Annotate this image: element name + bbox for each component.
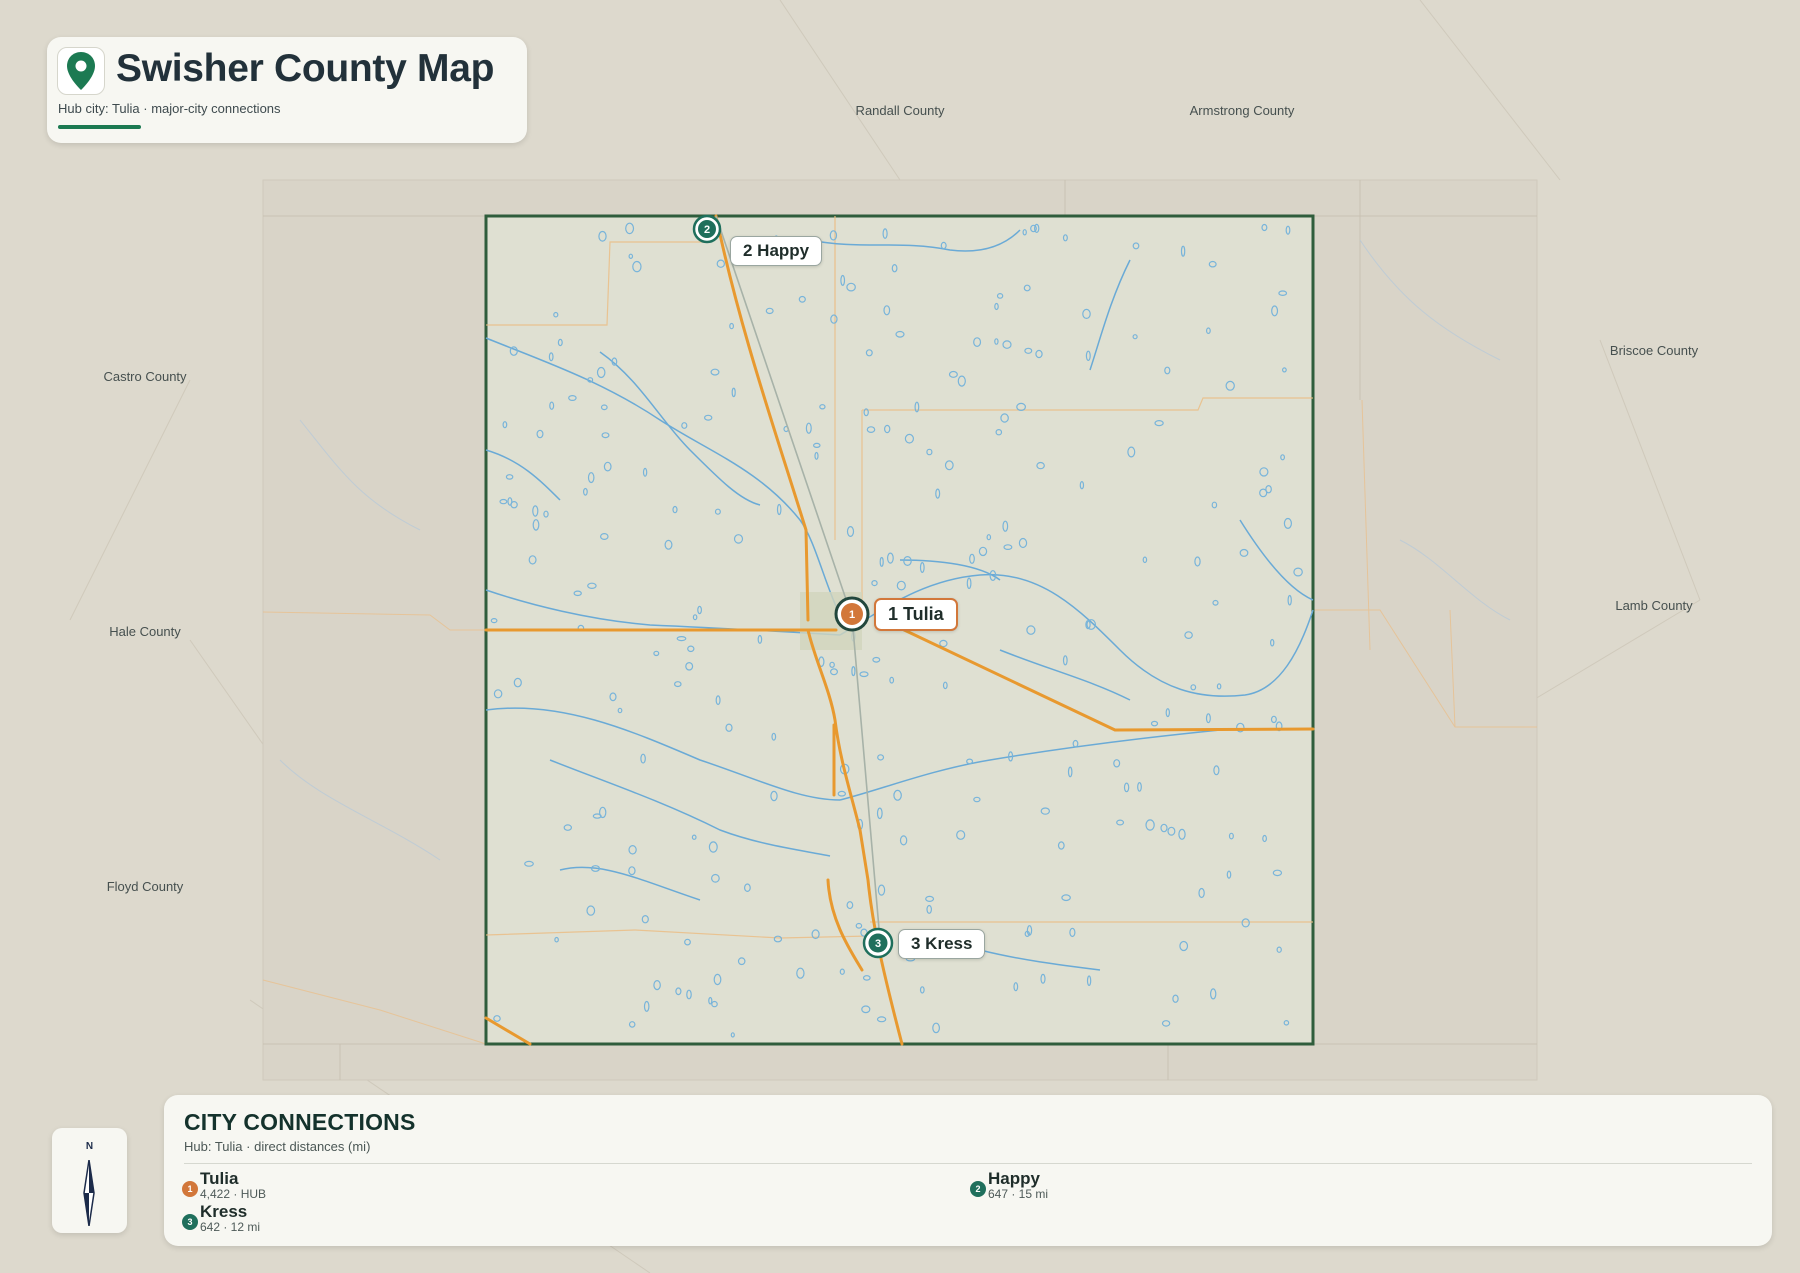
connection-name: Happy (988, 1169, 1040, 1188)
map-viewport[interactable]: 2 1 3 2 Happy 1 Tulia 3 Kress Randall Co… (0, 0, 1800, 1273)
rank-badge-happy: 2 (970, 1181, 986, 1197)
panel-divider (184, 1163, 1752, 1164)
panel-title: CITY CONNECTIONS (184, 1109, 416, 1135)
map-canvas[interactable]: 2 1 3 (0, 0, 1800, 1273)
city-label-tulia[interactable]: 1 Tulia (874, 598, 958, 631)
county-label-briscoe: Briscoe County (1609, 343, 1699, 358)
city-marker-kress[interactable]: 3 (862, 927, 894, 959)
county-label-floyd: Floyd County (106, 879, 184, 894)
city-marker-kress-number: 3 (875, 938, 881, 950)
connection-meta: 647 · 15 mi (988, 1187, 1049, 1201)
city-marker-tulia[interactable]: 1 (834, 596, 870, 632)
compass-needle-icon (83, 1160, 95, 1226)
connection-meta: 642 · 12 mi (200, 1220, 261, 1234)
connection-name: Kress (200, 1202, 248, 1221)
county-label-armstrong: Armstrong County (1189, 103, 1295, 118)
rank-badge-tulia: 1 (182, 1181, 198, 1197)
page-subtitle: Hub city: Tulia · major-city connections (58, 101, 281, 116)
compass: N (52, 1128, 127, 1233)
connection-name: Tulia (200, 1169, 239, 1188)
county-label-hale: Hale County (109, 624, 181, 639)
county-label-randall: Randall County (855, 103, 945, 118)
panel-subtitle: Hub: Tulia · direct distances (mi) (184, 1139, 371, 1154)
city-marker-happy-number: 2 (704, 224, 710, 236)
city-label-happy[interactable]: 2 Happy (730, 236, 823, 266)
rank-badge-kress: 3 (182, 1214, 198, 1230)
title-accent-bar (58, 125, 141, 129)
city-label-kress[interactable]: 3 Kress (898, 929, 986, 959)
title-card: Swisher County Map Hub city: Tulia · maj… (47, 37, 527, 143)
page-title: Swisher County Map (116, 47, 495, 90)
county-label-castro: Castro County (103, 369, 187, 384)
city-marker-tulia-number: 1 (849, 609, 855, 621)
compass-north-label: N (85, 1141, 94, 1152)
connection-meta: 4,422 · HUB (200, 1187, 267, 1201)
city-connections-panel: CITY CONNECTIONS Hub: Tulia · direct dis… (164, 1095, 1772, 1246)
location-pin-icon (57, 47, 105, 95)
county-label-lamb: Lamb County (1615, 598, 1693, 613)
city-marker-happy[interactable]: 2 (692, 214, 722, 244)
